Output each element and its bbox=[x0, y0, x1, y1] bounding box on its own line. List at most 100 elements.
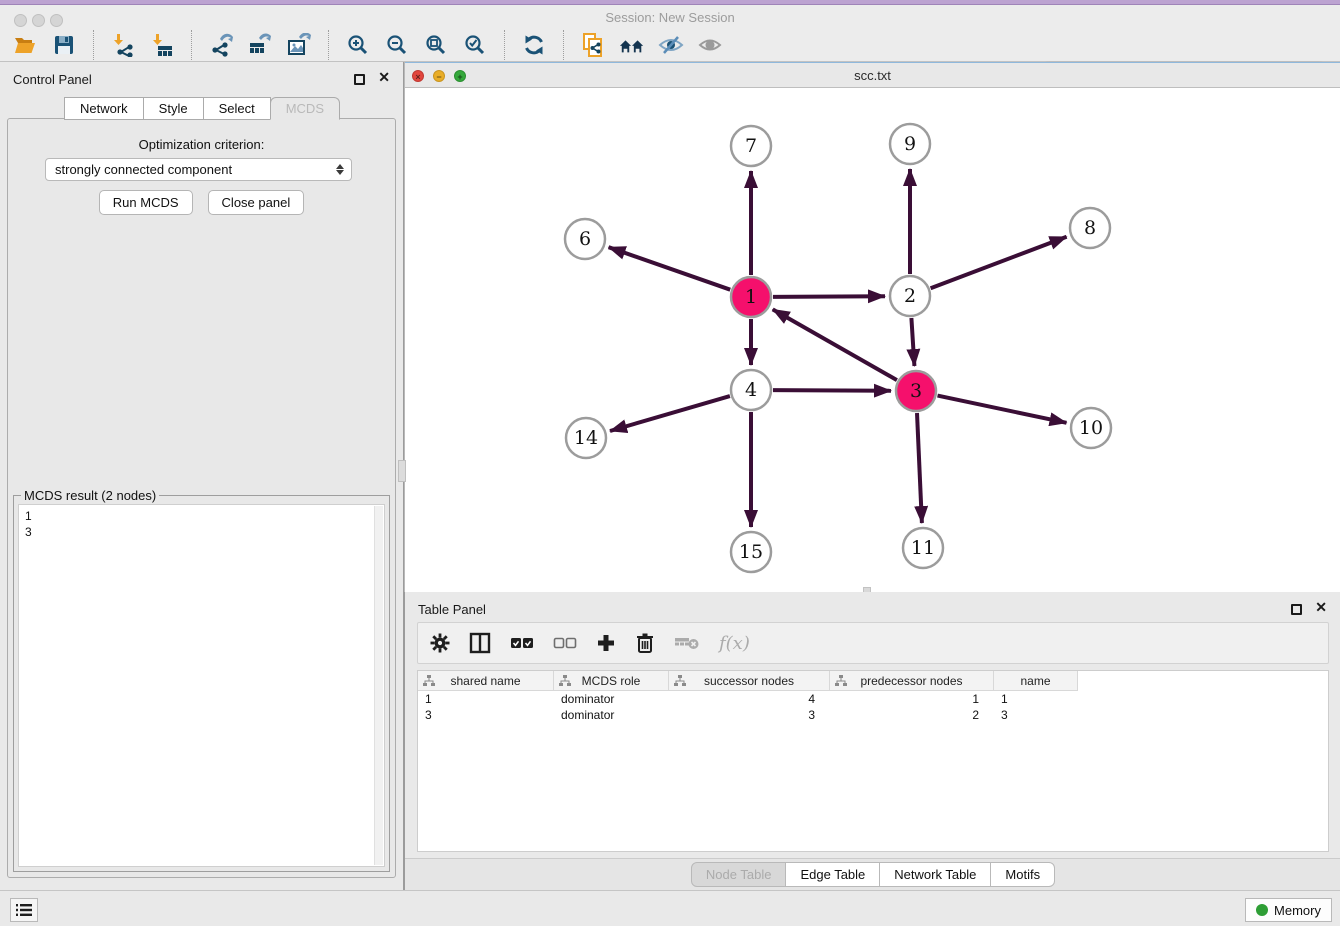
table-cell[interactable]: 3 bbox=[994, 707, 1078, 723]
column-header-mcds-role[interactable]: MCDS role bbox=[554, 671, 669, 691]
svg-text:4: 4 bbox=[745, 379, 757, 401]
deselect-all-icon[interactable] bbox=[553, 635, 577, 651]
table-cell[interactable]: 2 bbox=[830, 707, 994, 723]
table-panel-title: Table Panel bbox=[418, 602, 486, 617]
column-header-shared-name[interactable]: shared name bbox=[418, 671, 554, 691]
zoom-selected-icon[interactable] bbox=[462, 32, 488, 58]
close-table-panel-icon[interactable]: ✕ bbox=[1315, 599, 1327, 616]
tab-network-table[interactable]: Network Table bbox=[879, 862, 991, 887]
close-panel-button[interactable]: Close panel bbox=[208, 190, 305, 215]
import-table-icon[interactable] bbox=[149, 32, 175, 58]
table-cell[interactable]: 3 bbox=[669, 707, 830, 723]
node-7[interactable]: 7 bbox=[731, 126, 771, 166]
edge-4-14[interactable] bbox=[610, 396, 730, 431]
node-10[interactable]: 10 bbox=[1071, 408, 1111, 448]
edge-4-3[interactable] bbox=[773, 390, 891, 391]
node-2[interactable]: 2 bbox=[890, 276, 930, 316]
criterion-dropdown[interactable]: strongly connected component bbox=[45, 158, 352, 181]
node-1[interactable]: 1 bbox=[731, 277, 771, 317]
column-type-icon bbox=[559, 675, 571, 687]
table-cell[interactable]: 1 bbox=[830, 691, 994, 707]
edge-2-8[interactable] bbox=[931, 237, 1067, 288]
refresh-layout-icon[interactable] bbox=[521, 32, 547, 58]
tab-style[interactable]: Style bbox=[143, 97, 204, 120]
save-session-icon[interactable] bbox=[51, 32, 77, 58]
toolbar-separator bbox=[563, 30, 564, 60]
zoom-out-icon[interactable] bbox=[384, 32, 410, 58]
table-cell[interactable]: 4 bbox=[669, 691, 830, 707]
memory-button[interactable]: Memory bbox=[1245, 898, 1332, 922]
table-cell[interactable]: 1 bbox=[994, 691, 1078, 707]
add-row-icon[interactable] bbox=[596, 633, 616, 653]
table-row[interactable]: 1dominator411 bbox=[418, 691, 1328, 707]
columns-icon[interactable] bbox=[469, 632, 491, 654]
table-cell[interactable]: dominator bbox=[554, 691, 669, 707]
column-header-predecessor-nodes[interactable]: predecessor nodes bbox=[830, 671, 994, 691]
panel-splitter-handle[interactable] bbox=[398, 460, 406, 482]
edge-3-1[interactable] bbox=[773, 309, 897, 380]
select-all-icon[interactable] bbox=[510, 635, 534, 651]
node-6[interactable]: 6 bbox=[565, 219, 605, 259]
tab-node-table[interactable]: Node Table bbox=[691, 862, 787, 887]
clone-network-icon[interactable] bbox=[580, 32, 606, 58]
edge-1-6[interactable] bbox=[609, 247, 731, 290]
tab-edge-table[interactable]: Edge Table bbox=[785, 862, 880, 887]
result-scrollbar[interactable] bbox=[374, 506, 383, 865]
task-history-button[interactable] bbox=[10, 898, 38, 922]
edge-3-11[interactable] bbox=[917, 413, 922, 523]
table-cell[interactable]: 1 bbox=[418, 691, 554, 707]
table-cell[interactable]: dominator bbox=[554, 707, 669, 723]
column-type-icon bbox=[835, 675, 847, 687]
criterion-label: Optimization criterion: bbox=[8, 137, 395, 152]
node-15[interactable]: 15 bbox=[731, 532, 771, 572]
application-window: Session: New Session bbox=[0, 0, 1340, 926]
node-11[interactable]: 11 bbox=[903, 528, 943, 568]
edge-1-2[interactable] bbox=[773, 296, 885, 297]
column-header-name[interactable]: name bbox=[994, 671, 1078, 691]
float-table-panel-icon[interactable] bbox=[1291, 604, 1302, 615]
tab-select[interactable]: Select bbox=[203, 97, 271, 120]
node-14[interactable]: 14 bbox=[566, 418, 606, 458]
open-session-icon[interactable] bbox=[12, 32, 38, 58]
import-network-icon[interactable] bbox=[110, 32, 136, 58]
tab-network[interactable]: Network bbox=[64, 97, 144, 120]
column-header-label: predecessor nodes bbox=[860, 674, 962, 688]
export-network-icon[interactable] bbox=[208, 32, 234, 58]
table-row[interactable]: 3dominator323 bbox=[418, 707, 1328, 723]
edge-2-3[interactable] bbox=[911, 318, 914, 366]
show-all-icon[interactable] bbox=[697, 32, 723, 58]
hide-selected-icon[interactable] bbox=[658, 32, 684, 58]
toolbar-separator bbox=[93, 30, 94, 60]
zoom-fit-icon[interactable] bbox=[423, 32, 449, 58]
column-header-successor-nodes[interactable]: successor nodes bbox=[669, 671, 830, 691]
table-cell[interactable]: 3 bbox=[418, 707, 554, 723]
node-9[interactable]: 9 bbox=[890, 124, 930, 164]
tab-motifs[interactable]: Motifs bbox=[990, 862, 1055, 887]
close-panel-icon[interactable]: ✕ bbox=[378, 69, 390, 86]
tab-mcds[interactable]: MCDS bbox=[270, 97, 340, 120]
svg-text:11: 11 bbox=[911, 537, 935, 559]
control-panel: Control Panel ✕ NetworkStyleSelectMCDS O… bbox=[0, 62, 404, 890]
run-mcds-button[interactable]: Run MCDS bbox=[99, 190, 193, 215]
network-window-titlebar[interactable]: × − + scc.txt bbox=[405, 62, 1340, 88]
column-header-label: shared name bbox=[450, 674, 520, 688]
edge-3-10[interactable] bbox=[938, 396, 1067, 423]
export-table-icon[interactable] bbox=[247, 32, 273, 58]
node-8[interactable]: 8 bbox=[1070, 208, 1110, 248]
delete-table-icon bbox=[674, 634, 700, 652]
zoom-in-icon[interactable] bbox=[345, 32, 371, 58]
status-bar: Memory bbox=[0, 890, 1340, 926]
delete-row-icon[interactable] bbox=[635, 632, 655, 654]
node-3[interactable]: 3 bbox=[896, 371, 936, 411]
gear-icon[interactable] bbox=[430, 633, 450, 653]
node-4[interactable]: 4 bbox=[731, 370, 771, 410]
export-image-icon[interactable] bbox=[286, 32, 312, 58]
float-panel-icon[interactable] bbox=[354, 74, 365, 85]
svg-text:1: 1 bbox=[745, 286, 757, 308]
network-canvas[interactable]: 7 9 6 8 1 2 4 3 14 10 15 11 bbox=[405, 88, 1340, 592]
first-neighbors-icon[interactable] bbox=[619, 32, 645, 58]
table-body: 1dominator4113dominator323 bbox=[418, 691, 1328, 723]
svg-text:7: 7 bbox=[745, 135, 757, 157]
svg-text:14: 14 bbox=[574, 427, 598, 449]
table-panel: Table Panel ✕ f(x) bbox=[404, 592, 1340, 890]
